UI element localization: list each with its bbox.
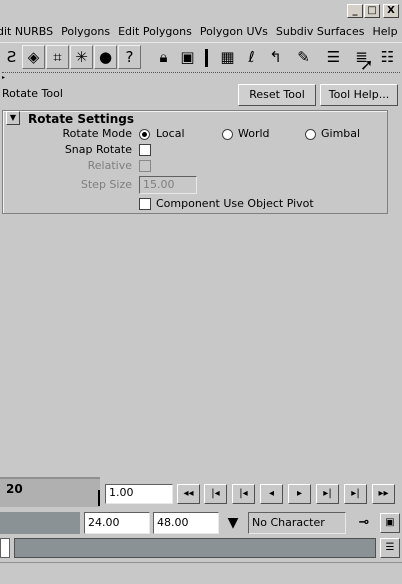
- step-forward-icon: ▸|: [351, 488, 360, 499]
- range-end-field[interactable]: 48.00: [153, 512, 219, 534]
- range-slider[interactable]: [0, 512, 80, 534]
- shelf-divider: [2, 72, 400, 78]
- relative-checkbox: [139, 160, 151, 172]
- character-set-dropdown-icon[interactable]: ▼: [222, 512, 244, 534]
- maximize-button[interactable]: □: [364, 4, 380, 18]
- play-back-icon: ◂: [268, 488, 275, 499]
- prev-key-icon: ◂◂: [183, 488, 194, 499]
- step-forward-button[interactable]: ▸|: [344, 484, 367, 504]
- close-button[interactable]: X: [383, 4, 399, 18]
- current-time-field[interactable]: 1.00: [105, 484, 173, 504]
- shelf-toolbar: Ƨ ◈ ⌗ ✳ ● ? 🔒︎ ▣ ▦ ℓ ↰ ✎ ☰ ≣ ➚ ☷: [0, 42, 402, 74]
- help-line: [0, 562, 402, 584]
- current-frame-marker: 20: [6, 482, 23, 496]
- section-title: Rotate Settings: [28, 112, 135, 126]
- radio-local-label: Local: [156, 127, 185, 140]
- step-back-button[interactable]: |◂: [204, 484, 227, 504]
- menu-edit-polygons[interactable]: Edit Polygons: [118, 22, 200, 42]
- step-size-label: Step Size: [80, 178, 132, 191]
- radio-local[interactable]: [139, 129, 150, 140]
- step-size-field: 15.00: [139, 176, 197, 194]
- collapse-arrow-icon[interactable]: ▼: [6, 111, 20, 125]
- step-back-icon: |◂: [211, 488, 220, 499]
- character-set-field[interactable]: No Character Set: [248, 512, 346, 549]
- menu-help[interactable]: Help: [372, 22, 402, 42]
- snap-rotate-label: Snap Rotate: [64, 143, 132, 156]
- script-editor-icon[interactable]: ☰: [380, 538, 400, 558]
- menu-polygon-uvs[interactable]: Polygon UVs: [200, 22, 276, 42]
- animation-prefs-icon[interactable]: ▣: [380, 513, 400, 533]
- command-line[interactable]: [14, 538, 376, 558]
- menu-bar: dit NURBS Polygons Edit Polygons Polygon…: [0, 22, 402, 42]
- lock-icon[interactable]: 🔒︎: [152, 45, 175, 69]
- sculpt-tool-icon[interactable]: ◈: [22, 45, 45, 69]
- next-key-icon: ▸▸: [378, 488, 389, 499]
- help-tool-icon[interactable]: ?: [118, 45, 141, 69]
- go-start-icon: |◂: [239, 488, 248, 499]
- radio-gimbal[interactable]: [305, 129, 316, 140]
- time-slider[interactable]: 20: [0, 477, 100, 507]
- play-forward-button[interactable]: ▸: [288, 484, 311, 504]
- tool-title: Rotate Tool: [2, 87, 63, 100]
- command-mode-field[interactable]: [0, 538, 10, 558]
- range-start-field[interactable]: 24.00: [84, 512, 150, 534]
- sphere-tool-icon[interactable]: ●: [94, 45, 117, 69]
- play-back-button[interactable]: ◂: [260, 484, 283, 504]
- select-region-icon[interactable]: ▣: [176, 45, 199, 69]
- lattice-tool-icon[interactable]: ⌗: [46, 45, 69, 69]
- component-pivot-checkbox[interactable]: [139, 198, 151, 210]
- shelf-arrow-icon: ▸: [2, 74, 6, 81]
- snap-rotate-checkbox[interactable]: [139, 144, 151, 156]
- go-end-button[interactable]: ▸|: [316, 484, 339, 504]
- minimize-button[interactable]: _: [347, 4, 363, 18]
- brush-tool-icon[interactable]: ✎: [292, 45, 315, 69]
- title-bar: _ □ X: [0, 0, 402, 22]
- play-forward-icon: ▸: [296, 488, 303, 499]
- stack-tool-icon[interactable]: ☰: [322, 45, 345, 69]
- relative-label: Relative: [87, 159, 132, 172]
- radio-world-label: World: [238, 127, 270, 140]
- radio-world[interactable]: [222, 129, 233, 140]
- spiral-tool-icon[interactable]: ℓ: [240, 45, 263, 69]
- prev-key-button[interactable]: ◂◂: [177, 484, 200, 504]
- rotate-mode-label: Rotate Mode: [62, 127, 132, 140]
- time-cursor: [98, 490, 100, 506]
- go-end-icon: ▸|: [323, 488, 332, 499]
- key-icon[interactable]: ⊸: [350, 512, 378, 534]
- radio-gimbal-label: Gimbal: [321, 127, 361, 140]
- shelf-separator: [205, 49, 208, 67]
- grid-tool-icon[interactable]: ▦: [216, 45, 239, 69]
- next-key-button[interactable]: ▸▸: [372, 484, 395, 504]
- menu-polygons[interactable]: Polygons: [61, 22, 118, 42]
- menu-edit-nurbs[interactable]: dit NURBS: [0, 22, 61, 42]
- curve-tool-icon[interactable]: Ƨ: [0, 45, 23, 69]
- light-tool-icon[interactable]: ✳: [70, 45, 93, 69]
- outliner-tool-icon[interactable]: ☷: [376, 45, 399, 69]
- tool-help-button[interactable]: Tool Help...: [320, 84, 398, 106]
- reset-tool-button[interactable]: Reset Tool: [238, 84, 316, 106]
- component-pivot-label: Component Use Object Pivot: [156, 197, 314, 210]
- menu-subdiv-surfaces[interactable]: Subdiv Surfaces: [276, 22, 373, 42]
- go-start-button[interactable]: |◂: [232, 484, 255, 504]
- hook-tool-icon[interactable]: ↰: [264, 45, 287, 69]
